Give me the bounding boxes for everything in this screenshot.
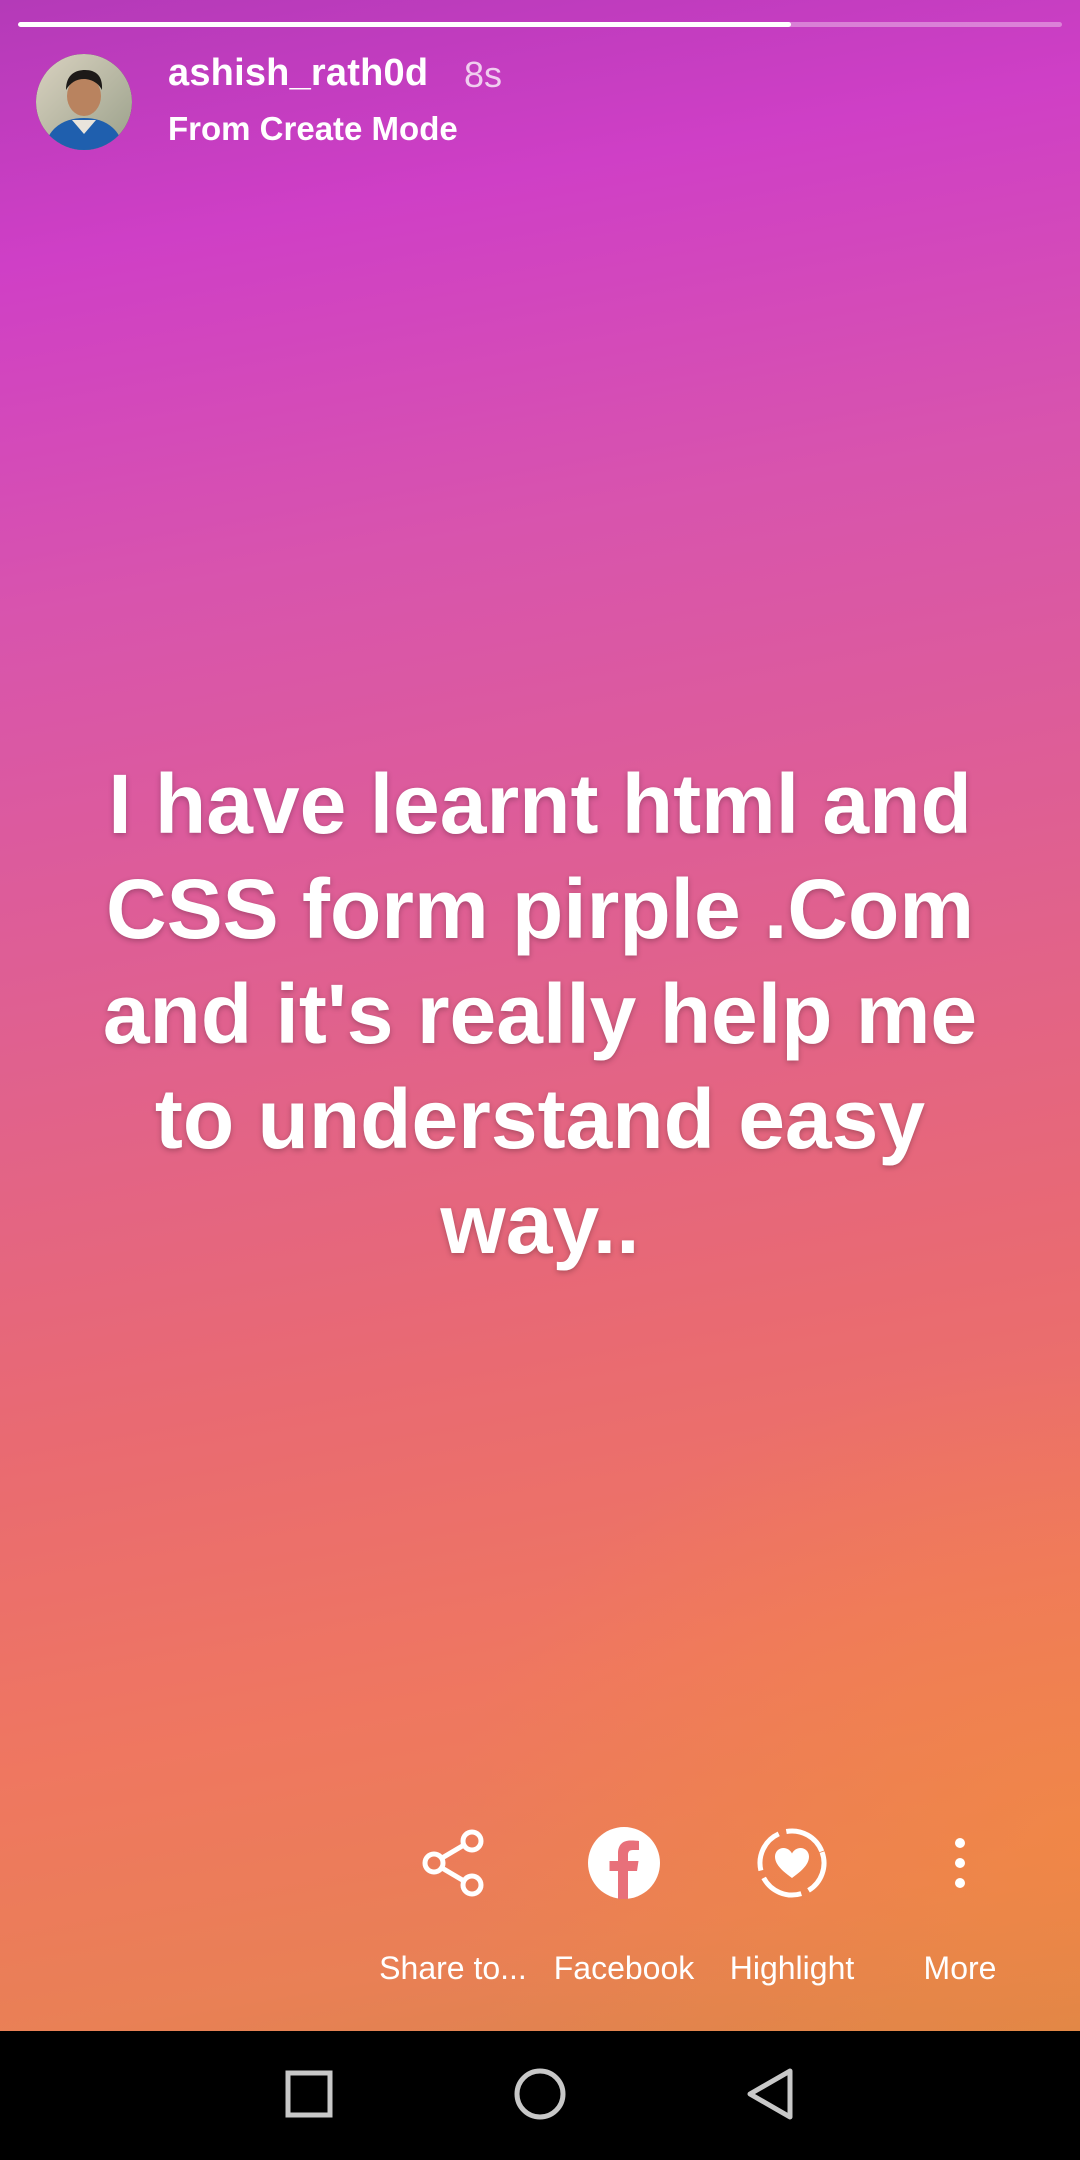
share-to-button[interactable]: Share to... <box>358 1820 548 1987</box>
story-progress-fill <box>18 22 791 27</box>
facebook-share-button[interactable]: Facebook <box>529 1820 719 1987</box>
recent-apps-button[interactable] <box>269 2061 349 2131</box>
circle-home-icon <box>512 2066 568 2127</box>
back-button[interactable] <box>730 2061 810 2131</box>
square-recent-apps-icon <box>284 2069 334 2124</box>
story-text: I have learnt html and CSS form pirple .… <box>102 757 978 1271</box>
facebook-icon <box>587 1826 661 1905</box>
more-vertical-icon <box>950 1833 970 1898</box>
highlight-button[interactable]: Highlight <box>697 1820 887 1987</box>
triangle-back-icon <box>744 2066 796 2127</box>
home-button[interactable] <box>500 2061 580 2131</box>
story-timestamp: 8s <box>464 54 503 95</box>
facebook-label: Facebook <box>553 1950 695 1986</box>
share-to-label: Share to... <box>379 1950 527 1986</box>
avatar[interactable] <box>36 54 132 150</box>
avatar-photo <box>36 54 132 150</box>
story-viewer[interactable]: ashish_rath0d 8s From Create Mode I have… <box>0 0 1080 2031</box>
share-icon <box>418 1828 488 1903</box>
story-username[interactable]: ashish_rath0d <box>168 52 428 95</box>
more-label: More <box>923 1950 997 1986</box>
story-source-label[interactable]: From Create Mode <box>168 110 458 148</box>
more-button[interactable]: More <box>865 1820 1055 1987</box>
system-navigation-bar <box>0 2031 1080 2160</box>
highlight-heart-icon <box>755 1826 829 1905</box>
story-progress-bar <box>18 22 1062 27</box>
highlight-label: Highlight <box>729 1950 855 1986</box>
